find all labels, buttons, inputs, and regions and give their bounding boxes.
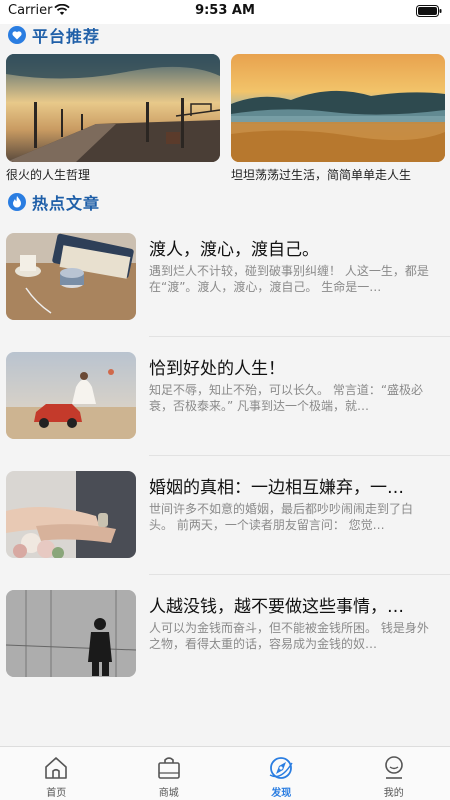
article-summary: 知足不辱，知止不殆，可以长久。 常言道：“盛极必衰，否极泰来。” 凡事到达一个极…: [149, 383, 424, 413]
battery-icon: [416, 5, 442, 17]
article-item[interactable]: 人越没钱，越不要做这些事情，… 人可以为金钱而奋斗，但不能被金钱所困。 钱是身外…: [0, 590, 450, 690]
article-summary: 人可以为金钱而奋斗，但不能被金钱所困。 钱是身外之物，看得太重的话，容易成为金钱…: [149, 621, 429, 651]
recommend-card-2[interactable]: 坦坦荡荡过生活，简简单单走人生: [231, 54, 445, 183]
article-item[interactable]: 婚姻的真相：一边相互嫌弃，一… 世间许多不如意的婚姻，最后都吵吵闹闹走到了白头。…: [0, 471, 450, 571]
recommend-caption-2: 坦坦荡荡过生活，简简单单走人生: [231, 168, 412, 182]
bottom-tab-bar: 首页 商城 发现 我的: [0, 746, 450, 800]
hot-title: 热点文章: [32, 194, 101, 213]
tab-mall[interactable]: 商城: [113, 747, 226, 800]
tab-discover[interactable]: 发现: [225, 747, 338, 800]
article-item[interactable]: 渡人，渡心，渡自己。 遇到烂人不计较，碰到破事别纠缠！ 人这一生，都是在“渡”。…: [0, 233, 450, 333]
status-bar: Carrier 9:53 AM: [0, 0, 450, 24]
recommend-section-header: 平台推荐: [8, 24, 100, 46]
pier-sunset-image: [6, 54, 220, 162]
tab-profile[interactable]: 我的: [338, 747, 450, 800]
divider: [149, 336, 450, 337]
shopping-bag-icon: [157, 757, 180, 779]
article-summary: 遇到烂人不计较，碰到破事别纠缠！ 人这一生，都是在“渡”。渡人，渡心，渡自己。 …: [149, 264, 429, 294]
tab-label: 商城: [158, 788, 179, 799]
divider: [149, 455, 450, 456]
tab-label: 首页: [46, 788, 67, 799]
article-title: 恰到好处的人生！: [149, 359, 285, 379]
article-thumbnail: [6, 233, 136, 320]
lake-sunrise-image: [231, 54, 445, 162]
article-thumbnail: [6, 471, 136, 558]
discover-icon: [269, 757, 293, 779]
tab-label: 发现: [271, 788, 292, 799]
article-thumbnail: [6, 352, 136, 439]
article-thumbnail: [6, 590, 136, 677]
heart-icon: [8, 26, 26, 44]
hot-section-header: 热点文章: [8, 191, 100, 213]
recommend-title: 平台推荐: [32, 27, 101, 46]
article-item[interactable]: 恰到好处的人生！ 知足不辱，知止不殆，可以长久。 常言道：“盛极必衰，否极泰来。…: [0, 352, 450, 452]
article-title: 婚姻的真相：一边相互嫌弃，一…: [149, 478, 404, 498]
article-title: 渡人，渡心，渡自己。: [149, 240, 319, 260]
recommend-caption-1: 很火的人生哲理: [6, 168, 91, 182]
article-summary: 世间许多不如意的婚姻，最后都吵吵闹闹走到了白头。 前两天，一个读者朋友留言问： …: [149, 502, 414, 532]
article-title: 人越没钱，越不要做这些事情，…: [149, 597, 404, 617]
status-time: 9:53 AM: [195, 3, 255, 18]
home-icon: [45, 757, 68, 779]
tab-label: 我的: [383, 788, 404, 799]
profile-icon: [384, 756, 403, 779]
tab-home[interactable]: 首页: [0, 747, 113, 800]
divider: [149, 574, 450, 575]
flame-icon: [8, 193, 26, 211]
recommend-card-1[interactable]: 很火的人生哲理: [6, 54, 220, 183]
